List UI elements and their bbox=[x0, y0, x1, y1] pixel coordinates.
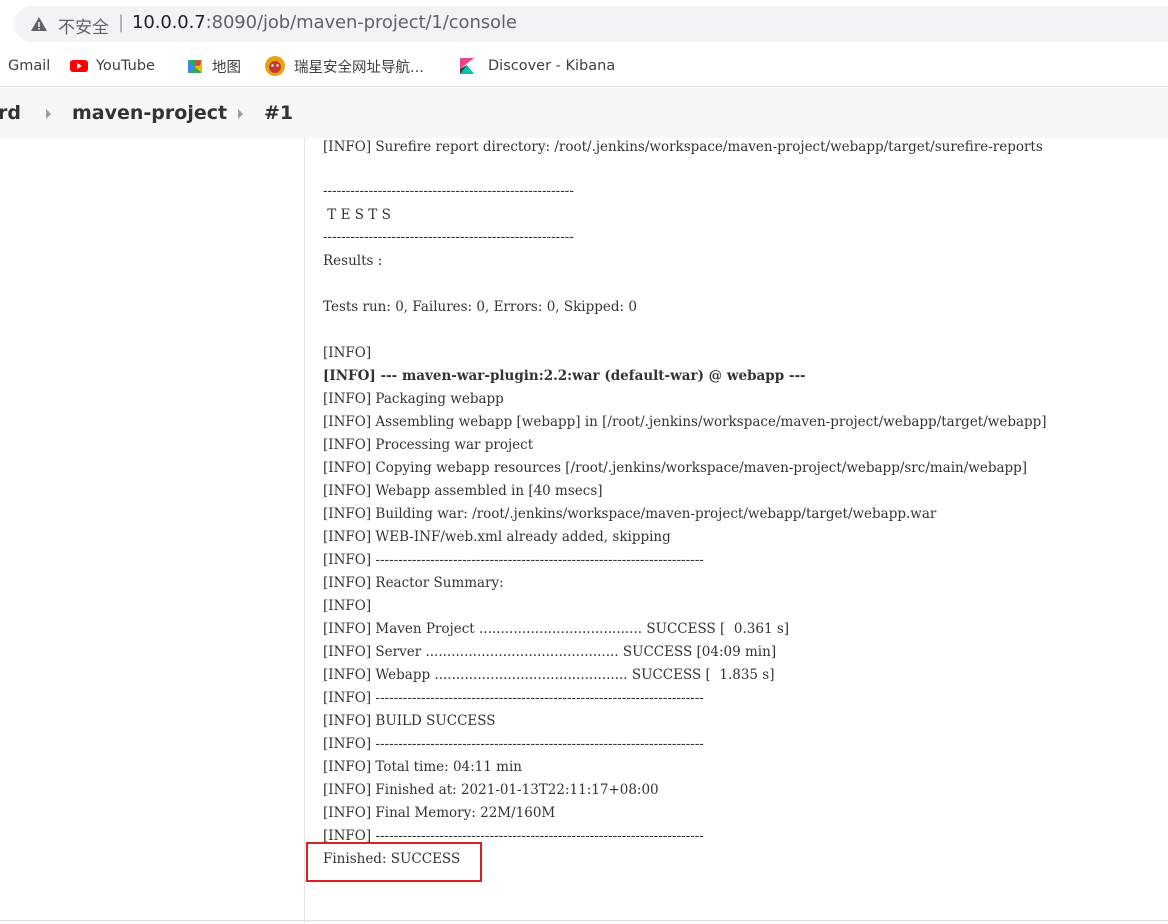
bottom-divider bbox=[0, 920, 1168, 921]
console-line: [INFO] --- maven-war-plugin:2.2:war (def… bbox=[323, 368, 806, 384]
bookmark-label: Discover - Kibana bbox=[488, 58, 616, 74]
console-line: [INFO] Copying webapp resources [/root/.… bbox=[323, 460, 1028, 476]
console-line: [INFO] Webapp assembled in [40 msecs] bbox=[323, 483, 603, 499]
console-line: [INFO] bbox=[323, 598, 372, 614]
console-line: [INFO] Assembling webapp [webapp] in [/r… bbox=[323, 414, 1047, 430]
breadcrumb-arrow-icon[interactable] bbox=[46, 109, 51, 119]
bookmark-label: 瑞星安全网址导航... bbox=[294, 59, 424, 76]
console-output: [INFO] Surefire report directory: /root/… bbox=[305, 138, 1168, 924]
rising-lion-icon bbox=[265, 56, 285, 76]
highlight-annotation-box bbox=[306, 842, 482, 882]
side-panel bbox=[0, 138, 305, 924]
breadcrumb-item-maven-project[interactable]: maven-project bbox=[72, 102, 227, 124]
bookmark-label: YouTube bbox=[96, 58, 155, 74]
url-text[interactable]: 10.0.0.7:8090/job/maven-project/1/consol… bbox=[132, 12, 517, 33]
console-line: [INFO] Surefire report directory: /root/… bbox=[323, 139, 1043, 155]
bookmark-youtube[interactable]: YouTube bbox=[70, 50, 155, 82]
console-line: Tests run: 0, Failures: 0, Errors: 0, Sk… bbox=[323, 299, 637, 315]
console-line: [INFO] Processing war project bbox=[323, 437, 534, 453]
bookmark-rising[interactable]: 瑞星安全网址导航... bbox=[264, 50, 424, 82]
console-line: T E S T S bbox=[323, 207, 391, 223]
security-status-label[interactable]: 不安全 bbox=[58, 13, 109, 38]
console-line: ----------------------------------------… bbox=[323, 229, 574, 245]
console-line: [INFO] Final Memory: 22M/160M bbox=[323, 805, 556, 821]
breadcrumb: rd maven-project #1 bbox=[0, 88, 1168, 138]
console-line: [INFO] bbox=[323, 345, 372, 361]
bookmark-maps[interactable]: 地图 bbox=[186, 50, 241, 82]
bookmark-label: 地图 bbox=[212, 59, 241, 76]
url-path: :8090/job/maven-project/1/console bbox=[205, 12, 517, 33]
console-line: [INFO] Maven Project ...................… bbox=[323, 621, 790, 637]
bookmark-label: Gmail bbox=[8, 58, 51, 74]
console-line: [INFO] Server ..........................… bbox=[323, 644, 777, 660]
console-line: Results : bbox=[323, 253, 383, 269]
console-line: ----------------------------------------… bbox=[323, 183, 574, 199]
breadcrumb-item-dashboard[interactable]: rd bbox=[0, 102, 21, 124]
breadcrumb-item-build-1[interactable]: #1 bbox=[264, 102, 293, 124]
console-line: [INFO] WEB-INF/web.xml already added, sk… bbox=[323, 529, 671, 545]
console-line: [INFO] Packaging webapp bbox=[323, 391, 504, 407]
bookmarks-bar: Gmail YouTube 地图 瑞星安全网址导航... Discover - … bbox=[0, 50, 1168, 87]
bookmark-kibana[interactable]: Discover - Kibana bbox=[458, 50, 615, 82]
console-line: [INFO] ---------------------------------… bbox=[323, 736, 704, 752]
address-separator: | bbox=[118, 12, 125, 33]
console-line: [INFO] Total time: 04:11 min bbox=[323, 759, 522, 775]
breadcrumb-arrow-icon[interactable] bbox=[238, 109, 243, 119]
address-bar: 不安全 | 10.0.0.7:8090/job/maven-project/1/… bbox=[0, 0, 1168, 50]
console-line: [INFO] Webapp ..........................… bbox=[323, 667, 775, 683]
console-line: [INFO] BUILD SUCCESS bbox=[323, 713, 496, 729]
console-line: [INFO] ---------------------------------… bbox=[323, 690, 704, 706]
url-host: 10.0.0.7 bbox=[132, 12, 206, 33]
youtube-icon bbox=[70, 60, 88, 72]
bookmark-gmail[interactable]: Gmail bbox=[8, 50, 50, 82]
warning-triangle-icon[interactable] bbox=[30, 15, 48, 33]
console-line: [INFO] ---------------------------------… bbox=[323, 552, 704, 568]
console-line: [INFO] Finished at: 2021-01-13T22:11:17+… bbox=[323, 782, 659, 798]
omnibox[interactable]: 不安全 | 10.0.0.7:8090/job/maven-project/1/… bbox=[14, 6, 1168, 42]
maps-icon bbox=[188, 60, 202, 73]
console-line: [INFO] Reactor Summary: bbox=[323, 575, 504, 591]
kibana-icon bbox=[460, 58, 474, 74]
console-line: [INFO] Building war: /root/.jenkins/work… bbox=[323, 506, 937, 522]
